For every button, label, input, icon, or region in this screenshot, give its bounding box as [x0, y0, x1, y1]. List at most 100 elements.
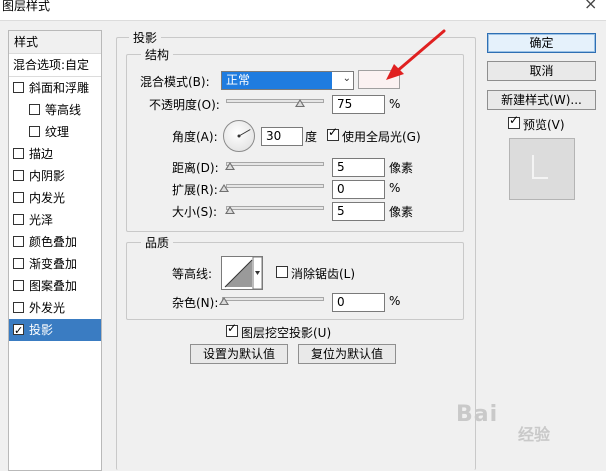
style-checkbox[interactable]: [13, 82, 24, 93]
size-input[interactable]: 5: [332, 202, 385, 221]
knockout-checkbox[interactable]: ✓: [226, 321, 238, 337]
angle-label: 角度(A):: [172, 130, 218, 144]
style-checkbox[interactable]: [13, 214, 24, 225]
angle-unit: 度: [305, 130, 318, 144]
knockout-label: 图层挖空投影(U): [241, 326, 332, 340]
blend-mode-value: 正常: [222, 72, 332, 89]
global-light-label: 使用全局光(G): [342, 130, 421, 144]
ok-button[interactable]: 确定: [487, 33, 596, 53]
blend-mode-label: 混合模式(B):: [140, 75, 210, 89]
size-slider-thumb[interactable]: [225, 206, 235, 214]
opacity-unit: %: [389, 97, 401, 111]
styles-list-header-label: 样式: [14, 35, 39, 49]
preview-label: 预览(V): [523, 118, 565, 132]
spread-slider-thumb[interactable]: [219, 184, 229, 192]
drop-shadow-title: 投影: [129, 29, 162, 46]
preview-checkbox[interactable]: ✓: [508, 113, 520, 129]
style-list-item-label: 渐变叠加: [29, 257, 78, 271]
size-label: 大小(S):: [172, 205, 218, 219]
style-list-item-label: 等高线: [45, 103, 82, 117]
style-list-item[interactable]: 描边: [9, 143, 101, 165]
distance-slider-thumb[interactable]: [225, 162, 235, 170]
preview-shape-icon: [532, 155, 548, 179]
style-checkbox[interactable]: [13, 170, 24, 181]
style-list-item-label: 图案叠加: [29, 279, 78, 293]
blend-options-label: 混合选项:自定: [13, 58, 90, 72]
spread-slider-track[interactable]: [226, 184, 324, 188]
style-checkbox[interactable]: [29, 104, 40, 115]
style-list-item[interactable]: 纹理: [9, 121, 101, 143]
style-list-item[interactable]: 内阴影: [9, 165, 101, 187]
noise-slider-thumb[interactable]: [219, 297, 229, 305]
structure-title: 结构: [141, 46, 174, 63]
style-list-item[interactable]: 内发光: [9, 187, 101, 209]
spread-input[interactable]: 0: [332, 180, 385, 199]
chevron-down-icon: ⌄: [342, 73, 351, 84]
style-list-item-label: 纹理: [45, 125, 70, 139]
blend-options-item[interactable]: 混合选项:自定: [9, 54, 101, 77]
window-title: 图层样式: [2, 0, 51, 13]
title-bar: 图层样式 ×: [0, 0, 606, 21]
style-checkbox[interactable]: [13, 148, 24, 159]
spread-label: 扩展(R):: [172, 183, 218, 197]
close-icon[interactable]: ×: [584, 0, 597, 13]
style-list-item[interactable]: ✓ 投影: [9, 319, 101, 341]
size-unit: 像素: [389, 205, 414, 219]
opacity-slider-track[interactable]: [226, 99, 324, 103]
angle-dial[interactable]: [223, 120, 255, 152]
checkmark-icon: ✓: [328, 125, 339, 139]
style-list-item-label: 颜色叠加: [29, 235, 78, 249]
style-list-item[interactable]: 斜面和浮雕: [9, 77, 101, 99]
anti-alias-checkbox[interactable]: [276, 266, 288, 278]
noise-input[interactable]: 0: [332, 293, 385, 312]
styles-list: 样式 混合选项:自定 斜面和浮雕等高线纹理描边内阴影内发光光泽颜色叠加渐变叠加图…: [8, 30, 102, 471]
checkmark-icon: ✓: [227, 321, 238, 335]
cancel-button[interactable]: 取消: [487, 61, 596, 81]
style-checkbox[interactable]: [13, 258, 24, 269]
annotation-arrow-icon: [386, 29, 446, 80]
style-list-item-label: 斜面和浮雕: [29, 81, 90, 95]
blend-mode-dropdown[interactable]: 正常 ⌄: [221, 71, 354, 90]
style-preview-thumbnail: [509, 138, 575, 200]
checkmark-icon: ✓: [14, 324, 24, 337]
style-checkbox[interactable]: [29, 126, 40, 137]
style-list-item[interactable]: 图案叠加: [9, 275, 101, 297]
baidu-watermark: Bai: [456, 402, 499, 427]
contour-label: 等高线:: [172, 267, 213, 281]
style-checkbox[interactable]: [13, 280, 24, 291]
size-slider-track[interactable]: [226, 206, 324, 210]
contour-picker[interactable]: [221, 256, 263, 290]
noise-slider-track[interactable]: [222, 297, 324, 301]
style-checkbox[interactable]: [13, 192, 24, 203]
opacity-label: 不透明度(O):: [149, 98, 220, 112]
style-checkbox[interactable]: [13, 236, 24, 247]
opacity-input[interactable]: 75: [332, 95, 385, 114]
quality-title: 品质: [141, 234, 174, 251]
style-checkbox[interactable]: ✓: [13, 324, 24, 337]
opacity-slider-thumb[interactable]: [294, 99, 305, 107]
contour-curve-icon: [224, 257, 262, 289]
style-list-item[interactable]: 等高线: [9, 99, 101, 121]
style-list-item[interactable]: 颜色叠加: [9, 231, 101, 253]
style-list-item[interactable]: 外发光: [9, 297, 101, 319]
reset-default-button[interactable]: 复位为默认值: [298, 344, 396, 364]
styles-list-header[interactable]: 样式: [9, 31, 101, 54]
set-default-button[interactable]: 设置为默认值: [190, 344, 288, 364]
style-list-item[interactable]: 渐变叠加: [9, 253, 101, 275]
style-list-item[interactable]: 光泽: [9, 209, 101, 231]
style-list-item-label: 投影: [29, 323, 54, 337]
distance-slider-track[interactable]: [226, 162, 324, 166]
distance-input[interactable]: 5: [332, 158, 385, 177]
angle-input[interactable]: 30: [261, 127, 303, 146]
distance-label: 距离(D):: [172, 161, 219, 175]
style-list-item-label: 描边: [29, 147, 54, 161]
noise-label: 杂色(N):: [172, 296, 219, 310]
distance-unit: 像素: [389, 161, 414, 175]
global-light-checkbox[interactable]: ✓: [327, 125, 339, 141]
style-list-item-label: 内发光: [29, 191, 66, 205]
spread-unit: %: [389, 181, 401, 195]
checkmark-icon: ✓: [509, 113, 520, 127]
style-checkbox[interactable]: [13, 302, 24, 313]
style-list-item-label: 外发光: [29, 301, 66, 315]
new-style-button[interactable]: 新建样式(W)...: [487, 90, 596, 110]
